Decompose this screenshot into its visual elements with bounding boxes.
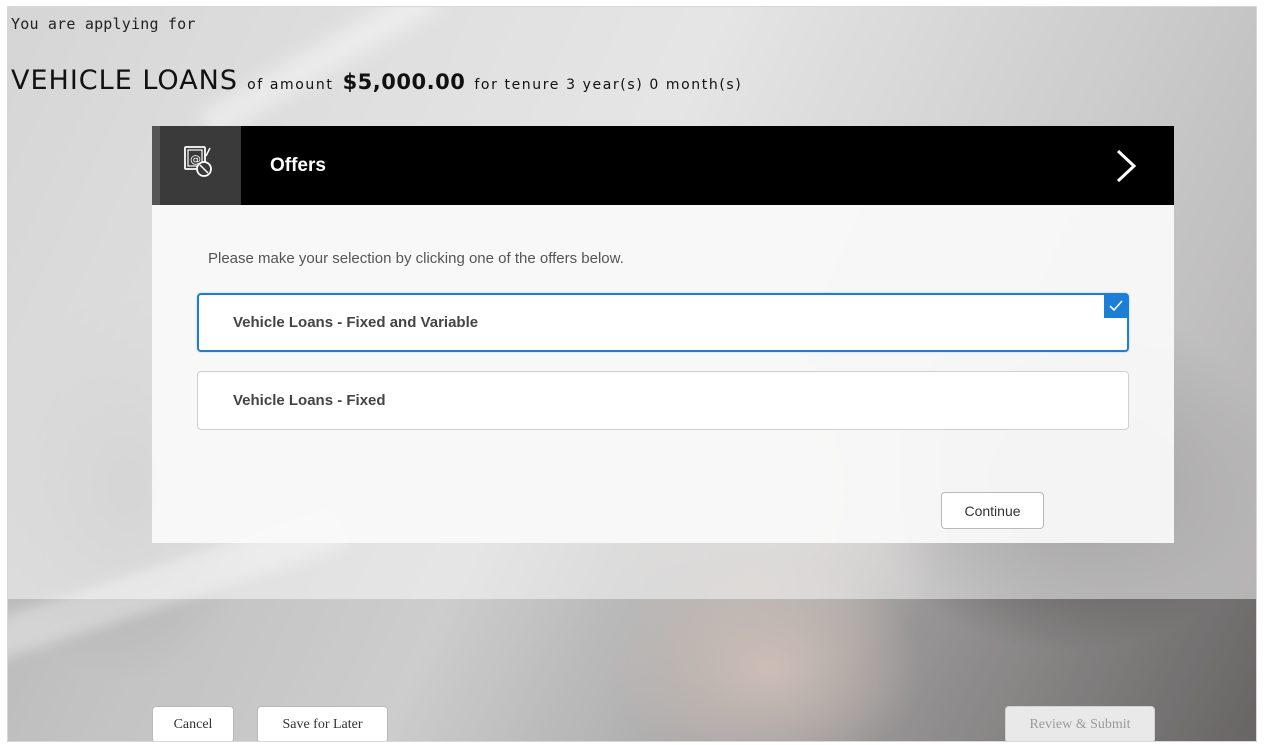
offer-label: Vehicle Loans - Fixed	[233, 392, 386, 409]
offer-fixed-and-variable[interactable]: Vehicle Loans - Fixed and Variable	[197, 293, 1129, 352]
offers-title: Offers	[270, 155, 326, 176]
offer-fixed[interactable]: Vehicle Loans - Fixed	[197, 371, 1129, 430]
continue-button[interactable]: Continue	[941, 492, 1044, 529]
application-summary: VEHICLE LOANS of amount $5,000.00 for te…	[11, 65, 742, 96]
page-frame: You are applying for VEHICLE LOANS of am…	[7, 6, 1257, 742]
product-name: VEHICLE LOANS	[11, 65, 238, 96]
checkmark-icon	[1104, 294, 1128, 318]
tenure-text: for tenure 3 year(s) 0 month(s)	[474, 77, 743, 93]
loan-amount: $5,000.00	[342, 70, 466, 94]
review-submit-button[interactable]: Review & Submit	[1005, 706, 1155, 741]
offers-instruction: Please make your selection by clicking o…	[208, 250, 624, 267]
offers-card: @ Offers Please make your selection by c…	[152, 126, 1174, 543]
offers-icon: @	[152, 126, 241, 205]
offers-body: Please make your selection by clicking o…	[152, 205, 1174, 543]
save-for-later-button[interactable]: Save for Later	[257, 706, 388, 741]
chevron-right-icon[interactable]	[1106, 146, 1146, 186]
offer-label: Vehicle Loans - Fixed and Variable	[233, 314, 479, 331]
amount-prefix: of amount	[247, 77, 334, 93]
cancel-button[interactable]: Cancel	[152, 706, 234, 741]
applying-for-label: You are applying for	[11, 15, 196, 33]
offers-header: @ Offers	[152, 126, 1174, 205]
